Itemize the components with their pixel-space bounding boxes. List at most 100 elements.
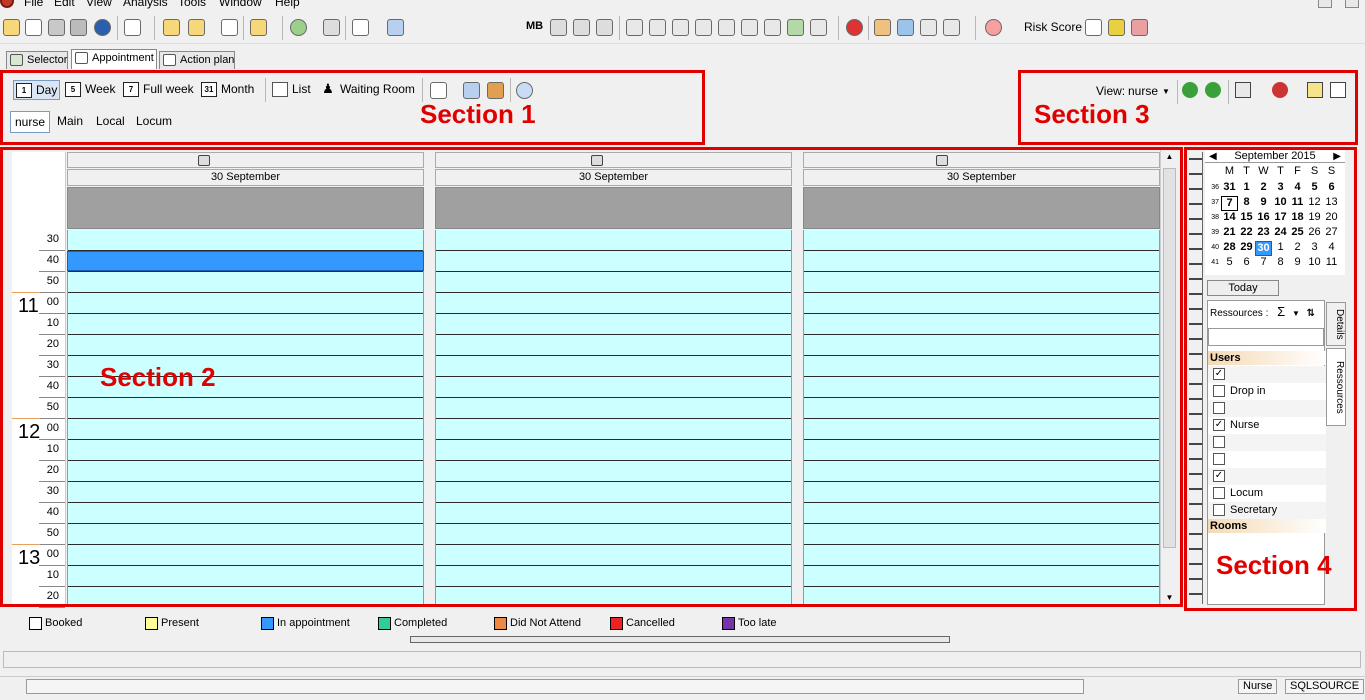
contacts-icon[interactable]	[897, 19, 914, 36]
calendar-day[interactable]: 8	[1272, 256, 1289, 269]
test-icon[interactable]	[672, 19, 689, 36]
calendar-day[interactable]: 10	[1272, 196, 1289, 209]
scroll-up-icon[interactable]: ▲	[1161, 150, 1178, 164]
tools-icon[interactable]	[626, 19, 643, 36]
slot-column-3[interactable]	[803, 230, 1160, 604]
menu-view[interactable]: View	[86, 0, 112, 9]
resource-item[interactable]	[1208, 451, 1326, 468]
calendar-day[interactable]: 2	[1255, 181, 1272, 194]
open-folder-icon[interactable]	[3, 19, 20, 36]
calculator-icon[interactable]	[596, 19, 613, 36]
calendar-day[interactable]: 18	[1289, 211, 1306, 224]
person-card-icon[interactable]	[874, 19, 891, 36]
document-icon[interactable]	[741, 19, 758, 36]
calendar-day[interactable]: 17	[1272, 211, 1289, 224]
calendar-day[interactable]: 15	[1238, 211, 1255, 224]
chevron-down-icon[interactable]: ▼	[1162, 87, 1170, 96]
menu-edit[interactable]: Edit	[54, 0, 75, 9]
allday-bar-3[interactable]	[803, 187, 1160, 229]
book-icon[interactable]	[487, 82, 504, 99]
help-icon[interactable]	[94, 19, 111, 36]
calendar-day[interactable]: 8	[1238, 196, 1255, 209]
refresh-icon[interactable]	[290, 19, 307, 36]
keyboard-icon[interactable]	[323, 19, 340, 36]
checkbox-checked[interactable]: ✓	[1213, 419, 1225, 431]
view-selector-value[interactable]: nurse	[1128, 84, 1158, 98]
checkbox-unchecked[interactable]	[1213, 385, 1225, 397]
close-window-button[interactable]	[1345, 0, 1359, 8]
calendar-day[interactable]: 9	[1289, 256, 1306, 269]
selector-tab-main[interactable]: Main	[53, 111, 87, 133]
menu-tools[interactable]: Tools	[178, 0, 206, 9]
resource-item[interactable]: ✓	[1208, 468, 1326, 485]
slot-column-1[interactable]	[67, 230, 424, 604]
sum-icon[interactable]: Σ	[1277, 304, 1285, 319]
checkbox-unchecked[interactable]	[1213, 453, 1225, 465]
checkbox-checked[interactable]: ✓	[1213, 470, 1225, 482]
notes-icon[interactable]	[124, 19, 141, 36]
resources-filter-input[interactable]	[1208, 328, 1324, 346]
forms-icon[interactable]	[943, 19, 960, 36]
week-view-button[interactable]: 5 Week	[63, 80, 119, 100]
arrow-down-icon[interactable]	[1205, 82, 1221, 98]
calendar-scrollbar[interactable]: ▲ ▼	[1160, 150, 1177, 605]
heart-icon[interactable]	[1108, 19, 1125, 36]
patient-folder-icon[interactable]	[163, 19, 180, 36]
calendar-day[interactable]: 25	[1289, 226, 1306, 239]
page-icon[interactable]	[1330, 82, 1346, 98]
medication-icon[interactable]	[695, 19, 712, 36]
graph-icon[interactable]	[810, 19, 827, 36]
full-week-view-button[interactable]: 7 Full week	[121, 80, 196, 100]
new-document-icon[interactable]	[25, 19, 42, 36]
slot-column-2[interactable]	[435, 230, 792, 604]
selector-tab-nurse[interactable]: nurse	[10, 111, 51, 133]
selected-slot[interactable]	[67, 251, 424, 271]
calendar-day[interactable]: 11	[1289, 196, 1306, 209]
prev-month-icon[interactable]: ◀	[1209, 150, 1217, 163]
menu-help[interactable]: Help	[275, 0, 300, 9]
mtd-icon[interactable]	[1085, 19, 1102, 36]
calendar-day[interactable]: 5	[1221, 256, 1238, 269]
resource-item[interactable]: Secretary	[1208, 502, 1326, 519]
waiting-room-button[interactable]: ♟ Waiting Room	[318, 80, 418, 100]
vaccine-icon[interactable]	[787, 19, 804, 36]
resource-item[interactable]	[1208, 400, 1326, 417]
tab-selector[interactable]: Selector	[6, 51, 68, 69]
selector-tab-local[interactable]: Local	[92, 111, 129, 133]
eye-icon[interactable]	[920, 19, 937, 36]
calendar-day[interactable]: 3	[1272, 181, 1289, 194]
day-view-button[interactable]: 1 Day	[13, 80, 60, 100]
calendar-day[interactable]: 13	[1323, 196, 1340, 209]
calendar-day[interactable]: 4	[1289, 181, 1306, 194]
mb-button[interactable]: MB	[526, 20, 543, 32]
horizontal-scrollbar[interactable]	[410, 636, 950, 643]
heart-rate-icon[interactable]	[985, 19, 1002, 36]
tab-appointment[interactable]: Appointment	[71, 49, 157, 69]
calendar-day[interactable]: 2	[1289, 241, 1306, 254]
print-schedule-icon[interactable]	[430, 82, 447, 99]
calendar-day[interactable]: 31	[1221, 181, 1238, 194]
calendar-day[interactable]: 23	[1255, 226, 1272, 239]
chevron-down-icon[interactable]: ▼	[1292, 309, 1300, 318]
open-record-icon[interactable]	[250, 19, 267, 36]
lungs-icon[interactable]	[1131, 19, 1148, 36]
building-icon[interactable]	[764, 19, 781, 36]
calendar-day[interactable]: 7	[1221, 196, 1238, 211]
calendar-day[interactable]: 10	[1306, 256, 1323, 269]
calendar-day[interactable]: 29	[1238, 241, 1255, 254]
calendar-day[interactable]: 27	[1323, 226, 1340, 239]
checkbox-unchecked[interactable]	[1213, 487, 1225, 499]
today-button[interactable]: Today	[1207, 280, 1279, 296]
arrow-up-icon[interactable]	[1182, 82, 1198, 98]
tab-action-plan[interactable]: Action plan	[159, 51, 235, 69]
calendar-day[interactable]: 9	[1255, 196, 1272, 209]
chart-icon[interactable]	[387, 19, 404, 36]
scroll-down-icon[interactable]: ▼	[1161, 591, 1178, 605]
ressources-side-tab[interactable]: Ressources	[1326, 348, 1346, 426]
alert-icon[interactable]	[846, 19, 863, 36]
calendar-day[interactable]: 21	[1221, 226, 1238, 239]
calendar-day[interactable]: 30	[1255, 241, 1272, 256]
checkbox-unchecked[interactable]	[1213, 402, 1225, 414]
next-month-icon[interactable]: ▶	[1333, 150, 1341, 163]
calendar-day[interactable]: 6	[1238, 256, 1255, 269]
